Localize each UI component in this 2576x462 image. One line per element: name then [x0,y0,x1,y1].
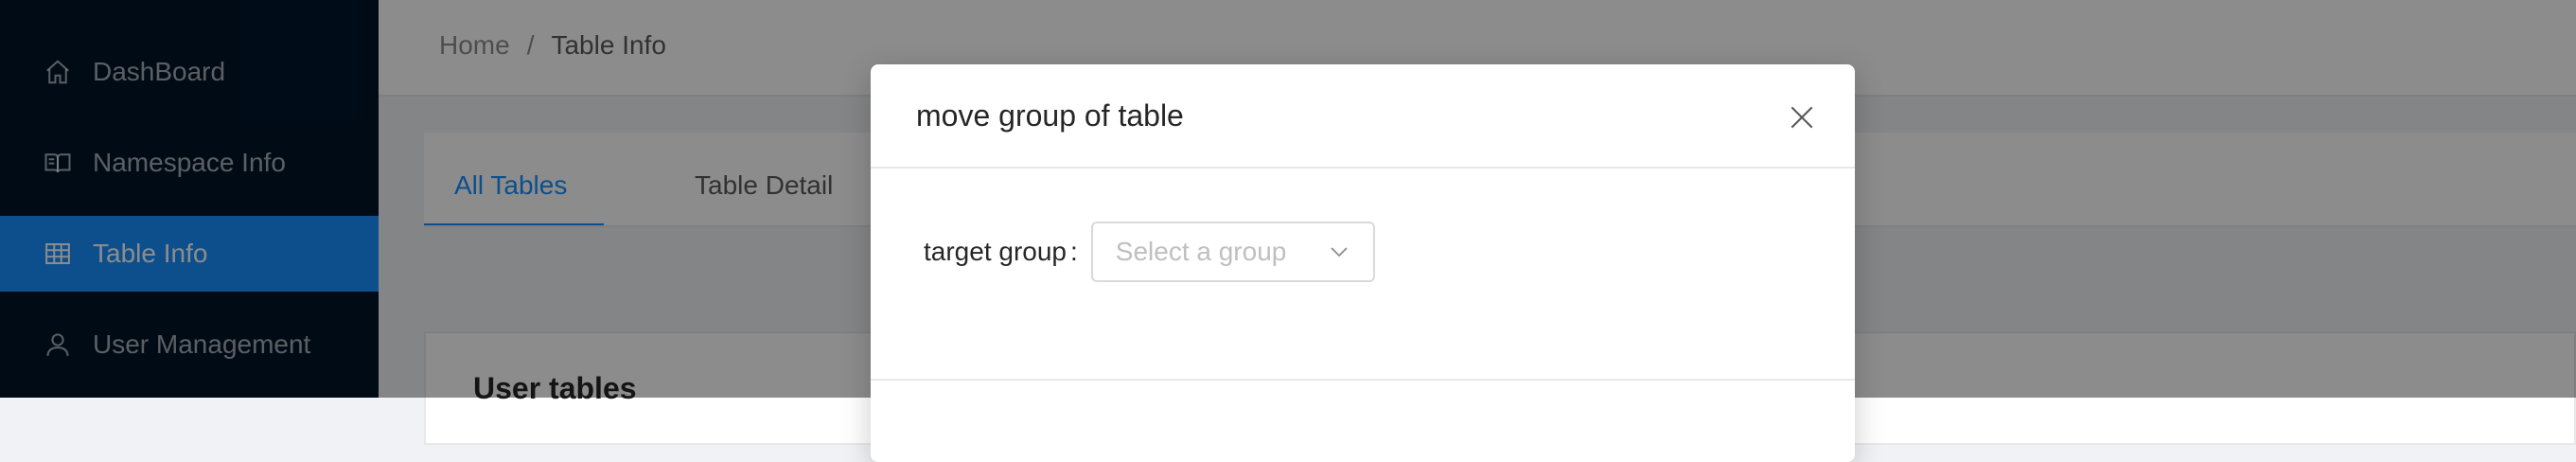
modal-footer-divider [871,379,1855,381]
target-group-label: target group [924,237,1067,266]
chevron-down-icon [1328,240,1350,263]
modal-title: move group of table [916,98,1184,133]
target-group-row: target group : Select a group [924,222,1375,282]
modal-header: move group of table [871,64,1855,169]
close-button[interactable] [1787,102,1817,133]
target-group-select[interactable]: Select a group [1090,222,1375,282]
select-placeholder: Select a group [1115,237,1287,266]
close-icon [1787,106,1817,136]
move-group-modal: move group of table target group : Selec… [871,64,1855,462]
label-colon: : [1070,237,1078,266]
